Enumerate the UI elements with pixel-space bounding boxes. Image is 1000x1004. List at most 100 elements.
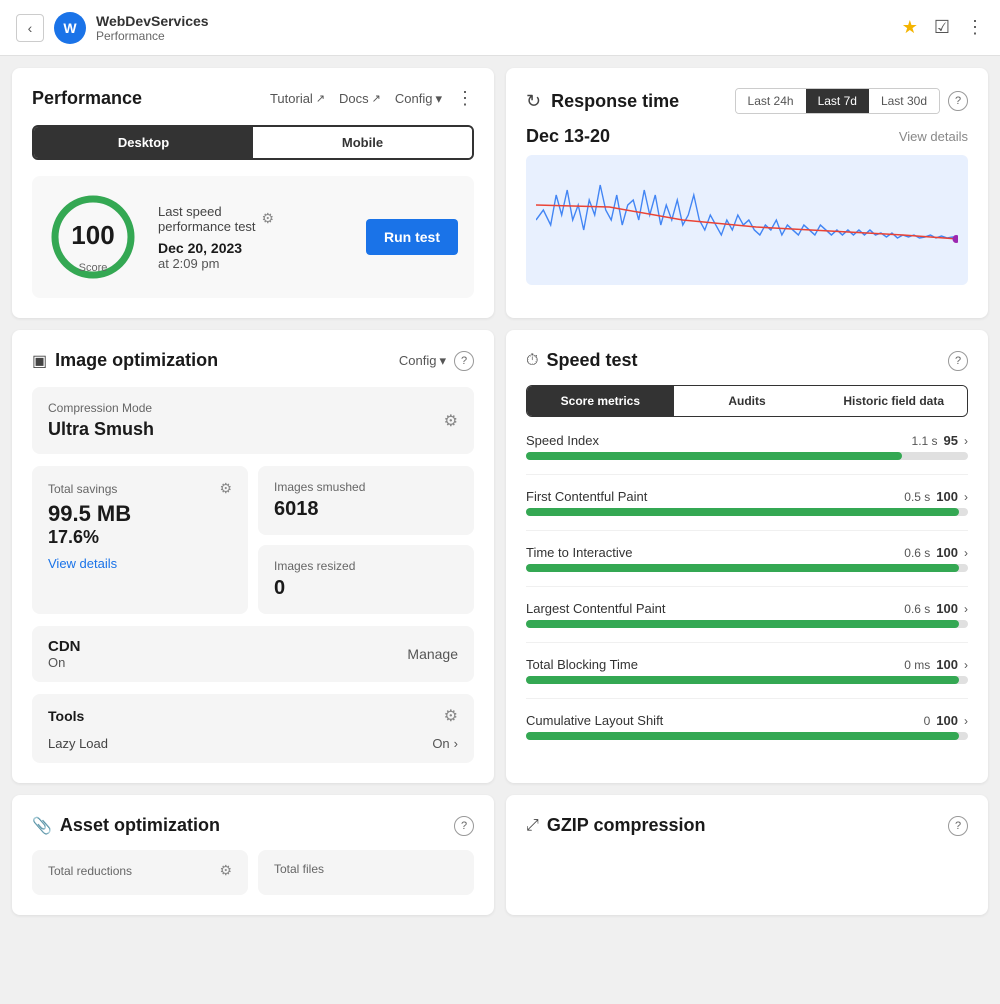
metric-name-lcp: Largest Contentful Paint (526, 601, 665, 616)
speed-help-icon[interactable]: ? (948, 351, 968, 371)
response-header: ↻ Response time Last 24h Last 7d Last 30… (526, 88, 968, 114)
filter-7d[interactable]: Last 7d (806, 89, 869, 113)
tools-settings-icon[interactable]: ⚙ (444, 706, 458, 726)
gzip-header: ⤢ GZIP compression ? (526, 815, 968, 836)
lazy-load-status[interactable]: On › (432, 736, 458, 751)
compression-settings-icon[interactable]: ⚙ (444, 411, 458, 431)
view-details-link[interactable]: View details (899, 129, 968, 144)
bottom-grid: 📎 Asset optimization ? Total reductions … (0, 795, 1000, 927)
image-config-btn[interactable]: Config ▾ (399, 353, 446, 369)
more-menu-icon[interactable]: ⋮ (966, 17, 984, 38)
chevron-icon: ▾ (439, 353, 446, 369)
smushed-value: 6018 (274, 498, 458, 521)
lazy-load-row: Lazy Load On › (48, 736, 458, 751)
savings-view-details[interactable]: View details (48, 556, 232, 571)
filter-30d[interactable]: Last 30d (869, 89, 939, 113)
test-date: Dec 20, 2023 (158, 240, 346, 256)
metric-time-lcp: 0.6 s (904, 602, 930, 616)
run-test-button[interactable]: Run test (366, 219, 458, 255)
metric-arrow-fcp[interactable]: › (964, 490, 968, 504)
filter-24h[interactable]: Last 24h (736, 89, 806, 113)
metric-arrow-tbt[interactable]: › (964, 658, 968, 672)
topbar-left: ‹ W WebDevServices Performance (16, 12, 209, 44)
score-number: 100 (71, 220, 114, 251)
cdn-manage-link[interactable]: Manage (407, 646, 458, 662)
more-icon[interactable]: ⋮ (456, 88, 474, 109)
response-time-card: ↻ Response time Last 24h Last 7d Last 30… (506, 68, 988, 318)
total-files-label: Total files (274, 862, 324, 876)
speed-icon: ⏱ (526, 352, 538, 370)
metric-bar-lcp (526, 620, 959, 628)
response-icon: ↻ (526, 91, 541, 112)
back-icon: ‹ (28, 20, 33, 36)
metric-score-fcp: 100 (936, 489, 958, 504)
total-reductions-label: Total reductions (48, 864, 132, 878)
gzip-icon: ⤢ (526, 817, 539, 835)
metric-name-cls: Cumulative Layout Shift (526, 713, 663, 728)
performance-actions: Tutorial ↗ Docs ↗ Config ▾ ⋮ (270, 88, 474, 109)
tab-audits[interactable]: Audits (674, 386, 821, 416)
response-date: Dec 13-20 (526, 126, 610, 147)
metric-score-speed-index: 95 (944, 433, 958, 448)
asset-optimization-card: 📎 Asset optimization ? Total reductions … (12, 795, 494, 915)
back-button[interactable]: ‹ (16, 14, 44, 42)
metric-arrow-lcp[interactable]: › (964, 602, 968, 616)
total-savings-box: Total savings ⚙ 99.5 MB 17.6% View detai… (32, 466, 248, 614)
compression-value: Ultra Smush (48, 419, 154, 440)
savings-mb: 99.5 MB (48, 501, 232, 527)
speed-header: ⏱ Speed test ? (526, 350, 968, 371)
star-icon[interactable]: ★ (902, 17, 918, 38)
site-subtitle: Performance (96, 29, 209, 43)
metric-time-tti: 0.6 s (904, 546, 930, 560)
resized-label: Images resized (274, 559, 458, 573)
desktop-toggle[interactable]: Desktop (34, 127, 253, 158)
resized-value: 0 (274, 577, 458, 600)
images-resized-box: Images resized 0 (258, 545, 474, 614)
config-dropdown[interactable]: Config ▾ (395, 91, 442, 107)
metric-arrow-cls[interactable]: › (964, 714, 968, 728)
external-icon-2: ↗ (372, 92, 381, 105)
metric-bar-fcp (526, 508, 959, 516)
smushed-label: Images smushed (274, 480, 458, 494)
tab-historic[interactable]: Historic field data (820, 386, 967, 416)
external-icon: ↗ (316, 92, 325, 105)
tools-title: Tools (48, 708, 84, 724)
metrics-list: Speed Index 1.1 s 95 › First Contentful … (526, 433, 968, 740)
metric-bar-cls (526, 732, 959, 740)
test-time: at 2:09 pm (158, 256, 346, 271)
metric-score-lcp: 100 (936, 601, 958, 616)
metric-time-speed-index: 1.1 s (912, 434, 938, 448)
speed-title: Speed test (546, 350, 637, 371)
metric-bar-tti (526, 564, 959, 572)
score-row: 100 Score Last speed performance test ⚙ … (32, 176, 474, 298)
cdn-box: CDN On Manage (32, 626, 474, 682)
docs-link[interactable]: Docs ↗ (339, 91, 381, 106)
metric-bar-speed-index (526, 452, 902, 460)
total-files-box: Total files (258, 850, 474, 895)
total-reductions-box: Total reductions ⚙ (32, 850, 248, 895)
metric-arrow-tti[interactable]: › (964, 546, 968, 560)
help-icon[interactable]: ? (948, 91, 968, 111)
reductions-settings-icon[interactable]: ⚙ (219, 862, 232, 879)
chevron-right-icon: › (454, 736, 458, 751)
performance-card: Performance Tutorial ↗ Docs ↗ Config ▾ ⋮… (12, 68, 494, 318)
cdn-status: On (48, 655, 81, 670)
tutorial-link[interactable]: Tutorial ↗ (270, 91, 325, 106)
gzip-title: GZIP compression (547, 815, 706, 836)
metric-arrow-speed-index[interactable]: › (964, 434, 968, 448)
stats-row: Total savings ⚙ 99.5 MB 17.6% View detai… (32, 466, 474, 614)
mobile-toggle[interactable]: Mobile (253, 127, 472, 158)
wordpress-icon[interactable]: ☑ (934, 17, 950, 38)
gzip-help-icon[interactable]: ? (948, 816, 968, 836)
main-grid: Performance Tutorial ↗ Docs ↗ Config ▾ ⋮… (0, 56, 1000, 795)
image-help-icon[interactable]: ? (454, 351, 474, 371)
asset-help-icon[interactable]: ? (454, 816, 474, 836)
metric-speed-index: Speed Index 1.1 s 95 › (526, 433, 968, 460)
avatar: W (54, 12, 86, 44)
score-circle: 100 Score (48, 192, 138, 282)
score-info: Last speed performance test ⚙ Dec 20, 20… (158, 204, 346, 271)
image-opt-title: Image optimization (55, 350, 218, 371)
savings-settings-icon[interactable]: ⚙ (219, 480, 232, 497)
tab-score-metrics[interactable]: Score metrics (527, 386, 674, 416)
settings-icon[interactable]: ⚙ (262, 210, 275, 227)
